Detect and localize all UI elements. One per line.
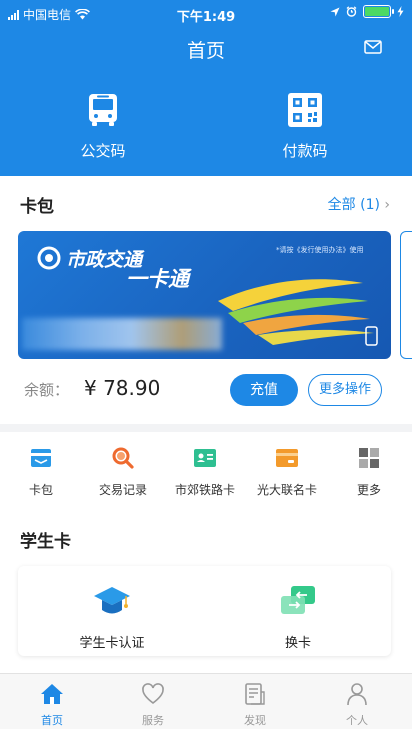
tab-profile-label: 个人	[346, 714, 368, 727]
tab-services-label: 服务	[142, 714, 164, 727]
id-card-icon	[194, 449, 216, 467]
quick-cobrand-card[interactable]: 光大联名卡	[246, 446, 328, 498]
more-actions-button[interactable]: 更多操作	[308, 374, 382, 406]
header: 中国电信 下午1:49 首页 公交码 付款码	[0, 0, 412, 176]
quick-suburban-rail-card-label: 市郊铁路卡	[174, 483, 235, 497]
balance-value: ¥ 78.90	[84, 376, 161, 400]
graduation-cap-icon	[94, 587, 130, 614]
tab-discover-label: 发现	[244, 714, 266, 727]
tab-services[interactable]: 服务	[113, 682, 193, 728]
quick-more-label: 更多	[356, 483, 381, 497]
document-icon	[245, 683, 265, 705]
view-all-link[interactable]: 全部 (1) ›	[328, 194, 390, 214]
card-name: 一卡通	[126, 267, 189, 291]
bus-icon	[89, 94, 117, 126]
card-usage-note: *请按《发行使用办法》使用	[276, 246, 364, 254]
payment-code-button[interactable]: 付款码	[250, 92, 360, 161]
person-icon	[347, 683, 367, 706]
card-wallet-icon	[31, 449, 51, 467]
quick-transaction-records-label: 交易记录	[98, 483, 147, 497]
view-all-label: 全部 (1)	[327, 197, 380, 213]
alarm-icon	[346, 6, 357, 17]
home-icon	[41, 684, 63, 704]
next-card-peek[interactable]	[400, 231, 412, 359]
location-arrow-icon	[330, 7, 340, 16]
bus-code-label: 公交码	[80, 142, 126, 160]
heart-icon	[142, 683, 164, 705]
battery-icon	[363, 5, 394, 18]
tab-bar: 首页 服务 发现 个人	[0, 673, 412, 729]
student-card-verify-label: 学生卡认证	[79, 636, 145, 651]
quick-more[interactable]: 更多	[328, 446, 410, 498]
student-card-verify[interactable]: 学生卡认证	[37, 584, 187, 651]
page-title: 首页	[186, 40, 225, 62]
swap-card-label: 换卡	[284, 636, 311, 651]
quick-cobrand-card-label: 光大联名卡	[256, 483, 317, 497]
payment-code-label: 付款码	[282, 142, 328, 160]
charging-bolt-icon	[397, 6, 404, 17]
balance-label: 余额：	[24, 381, 70, 399]
status-bar: 中国电信 下午1:49	[0, 0, 412, 26]
chevron-right-icon: ›	[384, 197, 390, 213]
grid-more-icon	[359, 448, 379, 468]
quick-card-wallet[interactable]: 卡包	[0, 446, 82, 498]
search-record-icon	[112, 447, 134, 469]
qr-code-icon	[288, 93, 322, 127]
swap-card[interactable]: 换卡	[223, 584, 373, 651]
mail-icon[interactable]	[364, 40, 382, 54]
tab-discover[interactable]: 发现	[215, 682, 295, 728]
bus-code-button[interactable]: 公交码	[48, 92, 158, 161]
card-number-masked	[22, 318, 222, 350]
tab-home-label: 首页	[41, 714, 63, 727]
swap-card-icon	[281, 586, 315, 614]
wallet-title: 卡包	[20, 197, 54, 217]
quick-suburban-rail-card[interactable]: 市郊铁路卡	[164, 446, 246, 498]
tab-home[interactable]: 首页	[12, 682, 92, 728]
student-card-title: 学生卡	[20, 532, 71, 552]
recharge-button[interactable]: 充值	[230, 374, 298, 406]
quick-card-wallet-label: 卡包	[28, 483, 53, 497]
cobrand-card-icon	[276, 449, 298, 467]
tab-profile[interactable]: 个人	[317, 682, 397, 728]
quick-transaction-records[interactable]: 交易记录	[82, 446, 164, 498]
